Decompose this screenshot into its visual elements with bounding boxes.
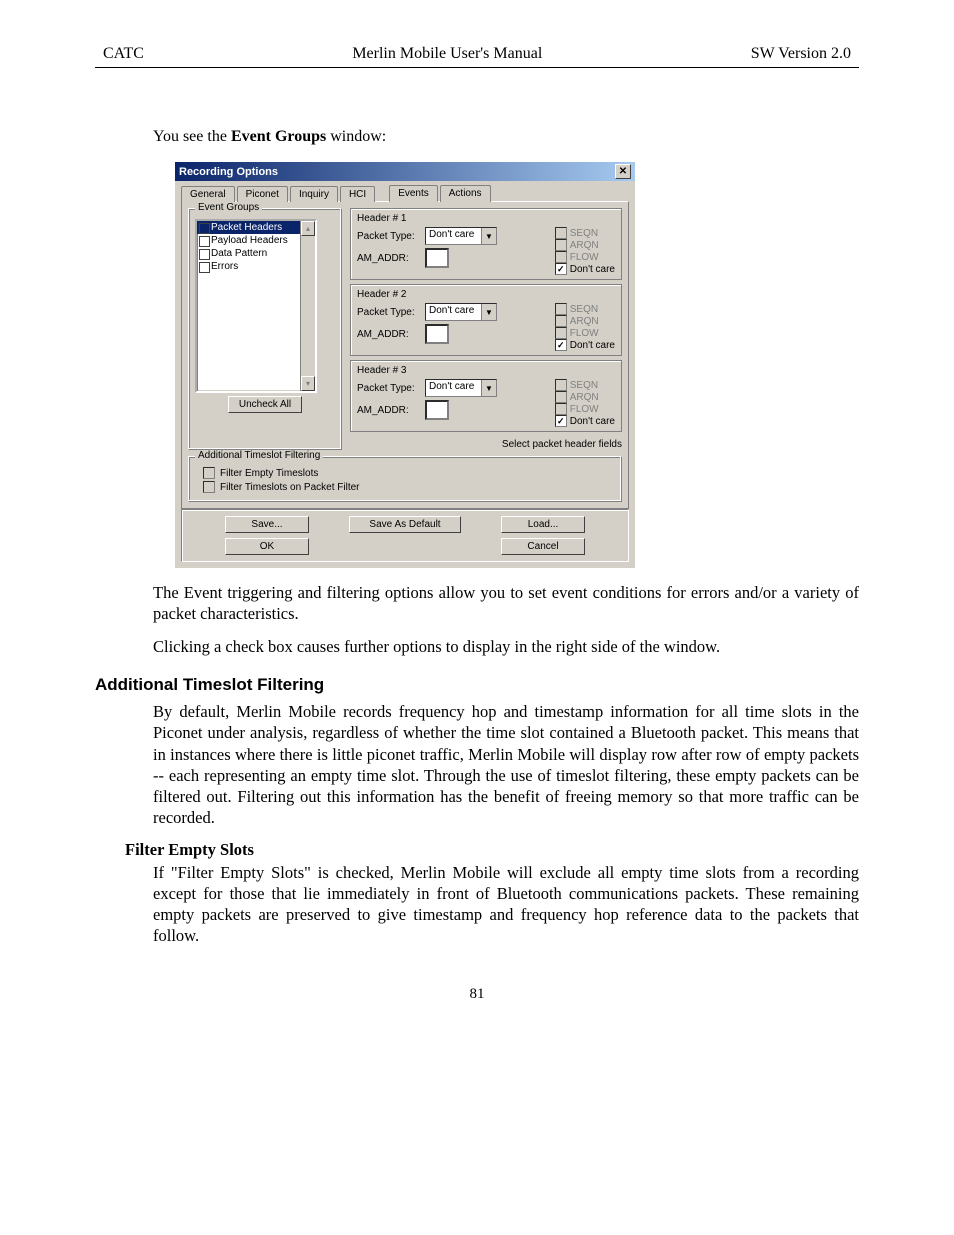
- header-3-flags: SEQN ARQN FLOW ✓Don't care: [555, 379, 615, 427]
- recording-options-window: Recording Options ✕ General Piconet Inqu…: [175, 162, 635, 568]
- dontcare-check[interactable]: ✓Don't care: [555, 263, 615, 275]
- save-default-button[interactable]: Save As Default: [349, 516, 461, 533]
- header-1-group: Header # 1 Packet Type: Don't care ▼: [350, 208, 622, 280]
- list-item-packet-headers[interactable]: Packet Headers: [197, 221, 315, 234]
- chevron-down-icon[interactable]: ▼: [481, 380, 496, 396]
- arqn-check[interactable]: ARQN: [555, 315, 615, 327]
- header-3-title: Header # 3: [357, 365, 615, 376]
- tab-hci[interactable]: HCI: [340, 186, 375, 202]
- header-right: SW Version 2.0: [751, 45, 851, 63]
- event-groups-list[interactable]: Packet Headers Payload Headers Data Patt…: [195, 219, 317, 393]
- arqn-check[interactable]: ARQN: [555, 391, 615, 403]
- am-addr-input-1[interactable]: [425, 248, 449, 268]
- events-panel: Event Groups Packet Headers Payload Head…: [181, 201, 629, 509]
- am-addr-label: AM_ADDR:: [357, 405, 419, 416]
- subheading-filter-empty: Filter Empty Slots: [125, 840, 859, 860]
- additional-filtering-box: Additional Timeslot Filtering Filter Emp…: [188, 456, 622, 502]
- am-addr-label: AM_ADDR:: [357, 329, 419, 340]
- uncheck-all-button[interactable]: Uncheck All: [228, 396, 302, 413]
- intro-line: You see the Event Groups window:: [153, 128, 859, 146]
- paragraph-2: Clicking a check box causes further opti…: [153, 636, 859, 657]
- flow-check[interactable]: FLOW: [555, 327, 615, 339]
- list-item-data-pattern[interactable]: Data Pattern: [197, 247, 315, 260]
- tab-actions[interactable]: Actions: [440, 185, 491, 202]
- tab-general[interactable]: General: [181, 186, 235, 202]
- additional-legend: Additional Timeslot Filtering: [195, 450, 323, 461]
- header-left: CATC: [103, 45, 144, 63]
- intro-post: window:: [326, 128, 386, 145]
- heading-additional: Additional Timeslot Filtering: [95, 675, 859, 695]
- arqn-check[interactable]: ARQN: [555, 239, 615, 251]
- flow-check[interactable]: FLOW: [555, 403, 615, 415]
- packet-type-label: Packet Type:: [357, 231, 419, 242]
- seqn-check[interactable]: SEQN: [555, 379, 615, 391]
- filter-empty-timeslots-check[interactable]: Filter Empty Timeslots: [203, 467, 615, 479]
- intro-pre: You see the: [153, 128, 231, 145]
- tabs-left-group: General Piconet Inquiry HCI: [181, 186, 375, 202]
- packet-type-label: Packet Type:: [357, 307, 419, 318]
- am-addr-label: AM_ADDR:: [357, 253, 419, 264]
- header-1-flags: SEQN ARQN FLOW ✓Don't care: [555, 227, 615, 275]
- headers-column: Header # 1 Packet Type: Don't care ▼: [350, 208, 622, 450]
- ok-button[interactable]: OK: [225, 538, 309, 555]
- list-item-errors[interactable]: Errors: [197, 260, 315, 273]
- select-fields-link[interactable]: Select packet header fields: [350, 436, 622, 450]
- list-scrollbar[interactable]: ▴ ▾: [300, 221, 315, 391]
- scroll-up-icon[interactable]: ▴: [301, 221, 315, 236]
- tabs-right-group: Events Actions: [389, 185, 490, 202]
- load-button[interactable]: Load...: [501, 516, 585, 533]
- cancel-button[interactable]: Cancel: [501, 538, 585, 555]
- tab-events[interactable]: Events: [389, 185, 438, 202]
- am-addr-input-3[interactable]: [425, 400, 449, 420]
- close-icon[interactable]: ✕: [615, 164, 631, 179]
- tab-piconet[interactable]: Piconet: [237, 186, 288, 202]
- packet-type-label: Packet Type:: [357, 383, 419, 394]
- header-1-title: Header # 1: [357, 213, 615, 224]
- combo-value: Don't care: [426, 228, 481, 244]
- dontcare-check[interactable]: ✓Don't care: [555, 339, 615, 351]
- combo-value: Don't care: [426, 380, 481, 396]
- window-title: Recording Options: [179, 166, 278, 178]
- page-header: CATC Merlin Mobile User's Manual SW Vers…: [95, 45, 859, 68]
- paragraph-4: If "Filter Empty Slots" is checked, Merl…: [153, 862, 859, 946]
- packet-type-combo-1[interactable]: Don't care ▼: [425, 227, 497, 245]
- intro-bold: Event Groups: [231, 128, 326, 145]
- event-groups-box: Event Groups Packet Headers Payload Head…: [188, 208, 342, 450]
- chevron-down-icon[interactable]: ▼: [481, 304, 496, 320]
- chevron-down-icon[interactable]: ▼: [481, 228, 496, 244]
- scroll-down-icon[interactable]: ▾: [301, 376, 315, 391]
- flow-check[interactable]: FLOW: [555, 251, 615, 263]
- header-3-group: Header # 3 Packet Type: Don't care ▼: [350, 360, 622, 432]
- paragraph-3: By default, Merlin Mobile records freque…: [153, 701, 859, 828]
- dialog-buttons: Save... OK Save As Default Load... Cance…: [181, 509, 629, 562]
- header-2-group: Header # 2 Packet Type: Don't care ▼: [350, 284, 622, 356]
- event-groups-legend: Event Groups: [195, 202, 262, 213]
- tab-inquiry[interactable]: Inquiry: [290, 186, 338, 202]
- header-2-flags: SEQN ARQN FLOW ✓Don't care: [555, 303, 615, 351]
- combo-value: Don't care: [426, 304, 481, 320]
- dontcare-check[interactable]: ✓Don't care: [555, 415, 615, 427]
- save-button[interactable]: Save...: [225, 516, 309, 533]
- packet-type-combo-3[interactable]: Don't care ▼: [425, 379, 497, 397]
- packet-type-combo-2[interactable]: Don't care ▼: [425, 303, 497, 321]
- seqn-check[interactable]: SEQN: [555, 303, 615, 315]
- am-addr-input-2[interactable]: [425, 324, 449, 344]
- paragraph-1: The Event triggering and filtering optio…: [153, 582, 859, 624]
- list-item-payload-headers[interactable]: Payload Headers: [197, 234, 315, 247]
- page-number: 81: [95, 986, 859, 1003]
- titlebar[interactable]: Recording Options ✕: [175, 162, 635, 181]
- header-center: Merlin Mobile User's Manual: [352, 45, 542, 63]
- header-2-title: Header # 2: [357, 289, 615, 300]
- filter-timeslots-packet-check[interactable]: Filter Timeslots on Packet Filter: [203, 481, 615, 493]
- seqn-check[interactable]: SEQN: [555, 227, 615, 239]
